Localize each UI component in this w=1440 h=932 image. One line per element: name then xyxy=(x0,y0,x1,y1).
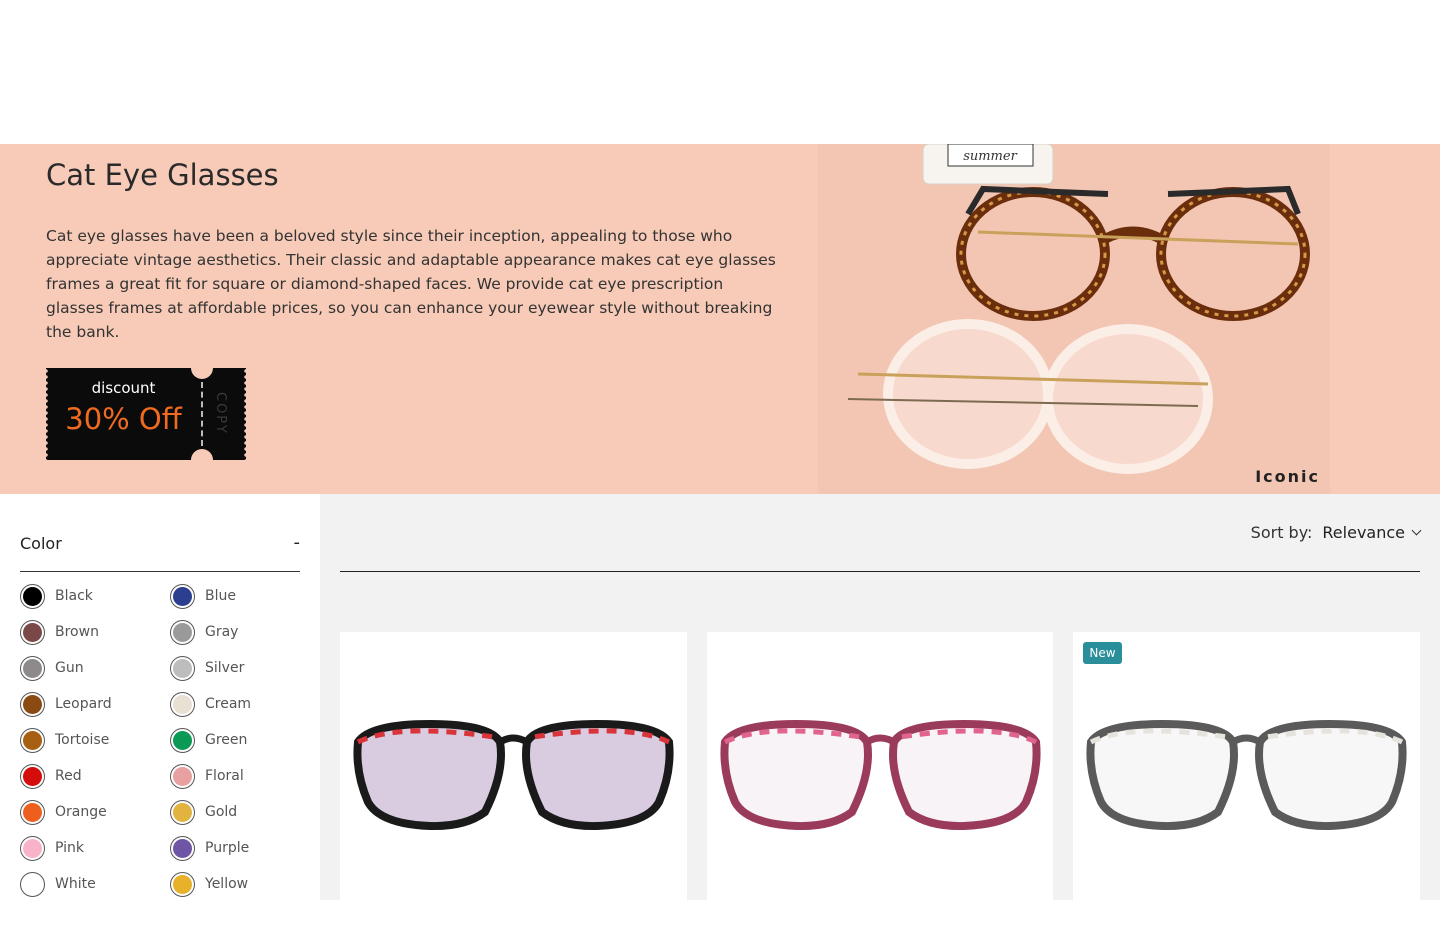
color-option-green[interactable]: Green xyxy=(170,727,310,753)
sort-bar: Sort by: Relevance xyxy=(340,494,1422,572)
discount-coupon[interactable]: discount 30% Off COPY xyxy=(44,357,248,471)
color-swatch xyxy=(170,835,195,861)
color-swatch xyxy=(170,763,195,789)
sort-dropdown[interactable]: Sort by: Relevance xyxy=(1250,523,1422,542)
coupon-value: 30% Off xyxy=(65,402,182,436)
hero-brand-label: Iconic xyxy=(1255,467,1320,486)
color-swatch xyxy=(20,691,45,717)
color-option-label: Cream xyxy=(205,696,252,712)
color-swatch xyxy=(20,619,45,645)
color-option-gun[interactable]: Gun xyxy=(20,655,170,681)
color-swatch xyxy=(20,799,45,825)
color-swatch xyxy=(20,727,45,753)
color-option-label: Pink xyxy=(55,840,85,856)
color-option-label: Black xyxy=(55,588,93,604)
color-option-purple[interactable]: Purple xyxy=(170,835,310,861)
hero-image: summer xyxy=(818,144,1330,494)
color-option-label: Leopard xyxy=(55,696,112,712)
new-badge: New xyxy=(1083,642,1122,664)
color-swatch xyxy=(170,691,195,717)
collapse-toggle[interactable]: - xyxy=(294,534,301,552)
color-option-pink[interactable]: Pink xyxy=(20,835,170,861)
color-swatch xyxy=(170,655,195,681)
color-option-orange[interactable]: Orange xyxy=(20,799,170,825)
color-option-blue[interactable]: Blue xyxy=(170,583,310,609)
sort-value: Relevance xyxy=(1322,523,1405,542)
color-option-label: Floral xyxy=(205,768,244,784)
color-swatch xyxy=(170,871,195,897)
color-swatch xyxy=(20,871,45,897)
filter-sidebar: Color - Black Blue Brown Gray Gun Silver Leopa… xyxy=(0,494,320,900)
chevron-down-icon xyxy=(1411,525,1422,536)
color-option-label: Silver xyxy=(205,660,245,676)
color-option-label: Purple xyxy=(205,840,250,856)
color-option-black[interactable]: Black xyxy=(20,583,170,609)
color-option-label: White xyxy=(55,876,96,892)
color-option-label: Brown xyxy=(55,624,99,640)
color-swatch xyxy=(20,655,45,681)
color-option-label: Green xyxy=(205,732,248,748)
coupon-notch-top xyxy=(191,357,213,379)
coupon-notch-bottom xyxy=(191,449,213,471)
product-image xyxy=(720,719,1041,831)
color-option-silver[interactable]: Silver xyxy=(170,655,310,681)
color-filter-header[interactable]: Color - xyxy=(20,534,300,572)
color-swatch xyxy=(170,619,195,645)
color-option-gray[interactable]: Gray xyxy=(170,619,310,645)
top-header xyxy=(0,0,1440,144)
coupon-copy-button[interactable]: COPY xyxy=(213,392,228,435)
product-grid: New xyxy=(340,632,1421,932)
color-swatch xyxy=(20,835,45,861)
category-description: Cat eye glasses have been a beloved styl… xyxy=(46,227,776,341)
coupon-divider xyxy=(201,382,203,446)
coupon-label: discount xyxy=(91,379,156,397)
color-option-label: Orange xyxy=(55,804,107,820)
product-image xyxy=(1086,719,1407,831)
color-swatch xyxy=(20,763,45,789)
bottle-label: summer xyxy=(963,149,1017,164)
color-option-floral[interactable]: Floral xyxy=(170,763,310,789)
color-option-brown[interactable]: Brown xyxy=(20,619,170,645)
coupon-edge-right xyxy=(244,368,248,460)
color-filter-title: Color xyxy=(20,534,62,553)
color-option-leopard[interactable]: Leopard xyxy=(20,691,170,717)
product-image xyxy=(353,719,674,831)
color-option-label: Gold xyxy=(205,804,238,820)
category-hero: Cat Eye Glasses Cat eye glasses have bee… xyxy=(0,144,1440,494)
product-card[interactable] xyxy=(706,632,1054,932)
color-option-white[interactable]: White xyxy=(20,871,170,897)
color-swatch xyxy=(170,583,195,609)
color-option-label: Red xyxy=(55,768,82,784)
color-option-cream[interactable]: Cream xyxy=(170,691,310,717)
color-swatch xyxy=(20,583,45,609)
color-swatch xyxy=(170,799,195,825)
color-swatch xyxy=(170,727,195,753)
color-option-red[interactable]: Red xyxy=(20,763,170,789)
color-option-label: Gun xyxy=(55,660,84,676)
glasses-photo-illustration: summer xyxy=(818,144,1330,494)
product-listing: Sort by: Relevance New xyxy=(320,494,1440,932)
color-option-yellow[interactable]: Yellow xyxy=(170,871,310,897)
color-option-label: Gray xyxy=(205,624,239,640)
color-options: Black Blue Brown Gray Gun Silver Leopard Cream T… xyxy=(20,583,310,897)
color-option-label: Yellow xyxy=(205,876,249,892)
color-option-tortoise[interactable]: Tortoise xyxy=(20,727,170,753)
product-card[interactable]: New xyxy=(1073,632,1421,932)
page-title: Cat Eye Glasses xyxy=(46,158,279,192)
sort-label: Sort by: xyxy=(1250,523,1313,542)
color-option-label: Tortoise xyxy=(55,732,110,748)
color-option-label: Blue xyxy=(205,588,236,604)
color-option-gold[interactable]: Gold xyxy=(170,799,310,825)
product-card[interactable] xyxy=(340,632,687,932)
